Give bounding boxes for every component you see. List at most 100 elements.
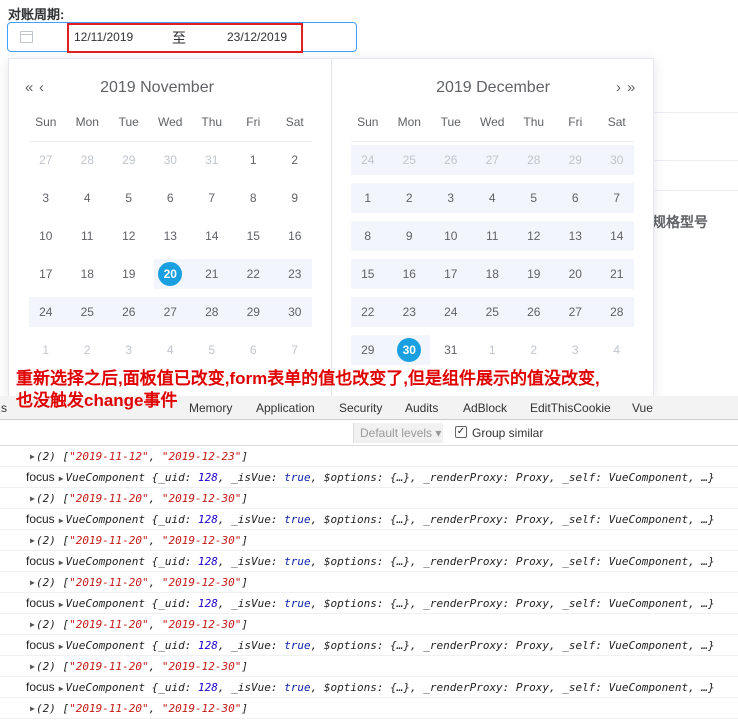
calendar-day[interactable]: 9 — [389, 221, 431, 251]
calendar-day[interactable]: 20 — [555, 259, 597, 289]
log-levels-dropdown[interactable]: Default levels ▾ — [353, 423, 443, 443]
calendar-day[interactable]: 7 — [274, 335, 316, 365]
calendar-day[interactable]: 24 — [430, 297, 472, 327]
expand-triangle-icon[interactable]: ▶ — [30, 614, 35, 634]
calendar-day[interactable]: 23 — [274, 259, 316, 289]
calendar-day[interactable]: 28 — [513, 145, 555, 175]
calendar-day[interactable]: 27 — [25, 145, 67, 175]
expand-triangle-icon[interactable]: ▶ — [59, 474, 64, 483]
calendar-day[interactable]: 7 — [191, 183, 233, 213]
calendar-day[interactable]: 6 — [150, 183, 192, 213]
calendar-day[interactable]: 1 — [25, 335, 67, 365]
calendar-day[interactable]: 30 — [596, 145, 638, 175]
console-log-row[interactable]: focus ▶ VueComponent {_uid: 128, _isVue: t… — [0, 551, 738, 572]
calendar-day[interactable]: 1 — [233, 145, 275, 175]
calendar-day[interactable]: 18 — [67, 259, 109, 289]
console-log-row[interactable]: focus ▶ VueComponent {_uid: 128, _isVue: t… — [0, 509, 738, 530]
calendar-day[interactable]: 5 — [191, 335, 233, 365]
selected-day[interactable]: 20 — [150, 259, 192, 289]
calendar-day[interactable]: 26 — [430, 145, 472, 175]
console-array-row[interactable]: ▶ (2) ["2019-11-20", "2019-12-30"] — [0, 614, 738, 635]
calendar-day[interactable]: 1 — [347, 183, 389, 213]
calendar-day[interactable]: 29 — [347, 335, 389, 365]
calendar-day[interactable]: 16 — [389, 259, 431, 289]
calendar-day[interactable]: 19 — [513, 259, 555, 289]
calendar-day[interactable]: 14 — [191, 221, 233, 251]
calendar-day[interactable]: 26 — [513, 297, 555, 327]
calendar-day[interactable]: 4 — [150, 335, 192, 365]
calendar-day[interactable]: 12 — [108, 221, 150, 251]
expand-triangle-icon[interactable]: ▶ — [59, 600, 64, 609]
expand-triangle-icon[interactable]: ▶ — [30, 488, 35, 508]
calendar-day[interactable]: 1 — [472, 335, 514, 365]
calendar-day[interactable]: 19 — [108, 259, 150, 289]
console-array-row[interactable]: ▶ (2) ["2019-11-20", "2019-12-30"] — [0, 656, 738, 677]
console-array-row[interactable]: ▶ (2) ["2019-11-20", "2019-12-30"] — [0, 488, 738, 509]
calendar-day[interactable]: 10 — [25, 221, 67, 251]
calendar-day[interactable]: 8 — [347, 221, 389, 251]
calendar-day[interactable]: 26 — [108, 297, 150, 327]
selected-day[interactable]: 30 — [389, 335, 431, 365]
calendar-day[interactable]: 2 — [389, 183, 431, 213]
calendar-day[interactable]: 15 — [347, 259, 389, 289]
expand-triangle-icon[interactable]: ▶ — [59, 516, 64, 525]
calendar-day[interactable]: 3 — [430, 183, 472, 213]
end-date-input[interactable]: 23/12/2019 — [227, 30, 287, 44]
calendar-day[interactable]: 2 — [67, 335, 109, 365]
calendar-day[interactable]: 30 — [274, 297, 316, 327]
calendar-day[interactable]: 27 — [555, 297, 597, 327]
expand-triangle-icon[interactable]: ▶ — [30, 572, 35, 592]
calendar-day[interactable]: 14 — [596, 221, 638, 251]
calendar-day[interactable]: 17 — [25, 259, 67, 289]
calendar-day[interactable]: 11 — [472, 221, 514, 251]
expand-triangle-icon[interactable]: ▶ — [30, 446, 35, 466]
calendar-day[interactable]: 25 — [389, 145, 431, 175]
calendar-day[interactable]: 24 — [347, 145, 389, 175]
calendar-day[interactable]: 21 — [191, 259, 233, 289]
calendar-day[interactable]: 4 — [472, 183, 514, 213]
expand-triangle-icon[interactable]: ▶ — [59, 558, 64, 567]
calendar-day[interactable]: 24 — [25, 297, 67, 327]
calendar-day[interactable]: 6 — [233, 335, 275, 365]
calendar-day[interactable]: 3 — [555, 335, 597, 365]
calendar-day[interactable]: 28 — [191, 297, 233, 327]
calendar-day[interactable]: 29 — [555, 145, 597, 175]
calendar-day[interactable]: 5 — [513, 183, 555, 213]
devtools-tab-vue[interactable]: Vue — [632, 401, 653, 415]
expand-triangle-icon[interactable]: ▶ — [30, 530, 35, 550]
calendar-day[interactable]: 25 — [67, 297, 109, 327]
console-array-row[interactable]: ▶ (2) ["2019-11-12", "2019-12-23"] — [0, 446, 738, 467]
calendar-day[interactable]: 31 — [430, 335, 472, 365]
calendar-day[interactable]: 5 — [108, 183, 150, 213]
calendar-day[interactable]: 4 — [67, 183, 109, 213]
console-array-row[interactable]: ▶ (2) ["2019-11-20", "2019-12-30"] — [0, 572, 738, 593]
calendar-day[interactable]: 25 — [472, 297, 514, 327]
calendar-day[interactable]: 13 — [555, 221, 597, 251]
calendar-day[interactable]: 4 — [596, 335, 638, 365]
calendar-day[interactable]: 29 — [233, 297, 275, 327]
calendar-day[interactable]: 31 — [191, 145, 233, 175]
expand-triangle-icon[interactable]: ▶ — [30, 698, 35, 718]
calendar-day[interactable]: 11 — [67, 221, 109, 251]
calendar-day[interactable]: 3 — [25, 183, 67, 213]
calendar-day[interactable]: 6 — [555, 183, 597, 213]
calendar-day[interactable]: 2 — [274, 145, 316, 175]
calendar-day[interactable]: 12 — [513, 221, 555, 251]
calendar-day[interactable]: 27 — [150, 297, 192, 327]
calendar-day[interactable]: 7 — [596, 183, 638, 213]
calendar-day[interactable]: 29 — [108, 145, 150, 175]
calendar-day[interactable]: 17 — [430, 259, 472, 289]
calendar-day[interactable]: 23 — [389, 297, 431, 327]
calendar-day[interactable]: 28 — [67, 145, 109, 175]
calendar-day[interactable]: 16 — [274, 221, 316, 251]
expand-triangle-icon[interactable]: ▶ — [59, 642, 64, 651]
calendar-day[interactable]: 2 — [513, 335, 555, 365]
console-log-row[interactable]: focus ▶ VueComponent {_uid: 128, _isVue: t… — [0, 467, 738, 488]
console-array-row[interactable]: ▶ (2) ["2019-11-20", "2019-12-30"] — [0, 530, 738, 551]
calendar-day[interactable]: 9 — [274, 183, 316, 213]
calendar-day[interactable]: 28 — [596, 297, 638, 327]
calendar-day[interactable]: 3 — [108, 335, 150, 365]
calendar-day[interactable]: 13 — [150, 221, 192, 251]
console-array-row[interactable]: ▶ (2) ["2019-11-20", "2019-12-30"] — [0, 698, 738, 719]
console-log-row[interactable]: focus ▶ VueComponent {_uid: 128, _isVue: t… — [0, 593, 738, 614]
